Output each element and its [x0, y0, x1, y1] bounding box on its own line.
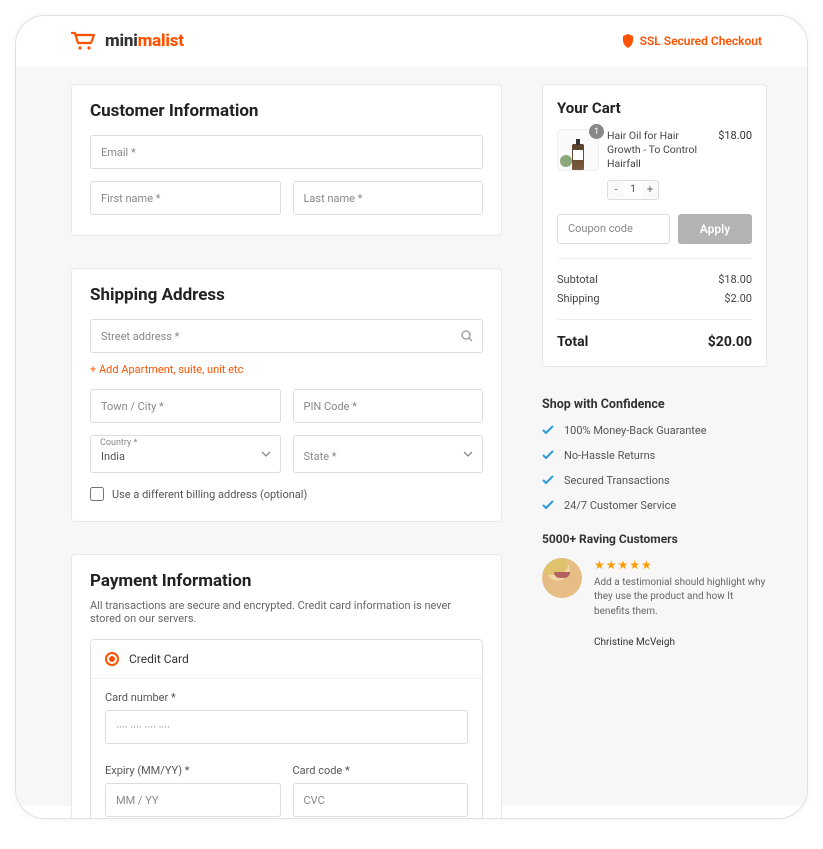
cvc-field[interactable]	[293, 783, 469, 817]
card-number-label: Card number *	[105, 691, 468, 704]
shield-icon	[622, 34, 634, 48]
customer-heading: Customer Information	[90, 101, 483, 121]
ssl-badge: SSL Secured Checkout	[622, 34, 762, 48]
cart-item-name: Hair Oil for Hair Growth - To Control Ha…	[607, 129, 710, 172]
check-icon	[542, 425, 554, 435]
shipping-heading: Shipping Address	[90, 285, 483, 305]
check-icon	[542, 500, 554, 510]
add-apartment-link[interactable]: + Add Apartment, suite, unit etc	[90, 363, 243, 376]
confidence-heading: Shop with Confidence	[542, 397, 767, 412]
diff-billing-row[interactable]: Use a different billing address (optiona…	[90, 487, 483, 501]
payment-heading: Payment Information	[90, 571, 483, 591]
star-rating: ★★★★★	[594, 558, 767, 572]
quantity-stepper: - 1 +	[607, 180, 659, 200]
cart-item-price: $18.00	[718, 129, 752, 142]
subtotal-row: Subtotal$18.00	[557, 273, 752, 286]
apply-coupon-button[interactable]: Apply	[678, 214, 752, 244]
top-bar: minimalist SSL Secured Checkout	[16, 16, 807, 66]
qty-increase-button[interactable]: +	[642, 181, 658, 199]
avatar	[542, 558, 582, 598]
coupon-field[interactable]	[557, 214, 670, 244]
feature-item: No-Hassle Returns	[542, 449, 767, 462]
city-field[interactable]	[90, 389, 281, 423]
check-icon	[542, 450, 554, 460]
shipping-card: Shipping Address + Add Apartment, suite,…	[71, 268, 502, 522]
expiry-label: Expiry (MM/YY) *	[105, 764, 281, 777]
cart-card: Your Cart 1 Hair Oil for Hair Growth - T…	[542, 84, 767, 367]
feature-item: Secured Transactions	[542, 474, 767, 487]
confidence-section: Shop with Confidence 100% Money-Back Gua…	[542, 397, 767, 512]
qty-badge: 1	[589, 124, 604, 139]
qty-value: 1	[624, 181, 642, 199]
total-row: Total$20.00	[557, 334, 752, 350]
ssl-text: SSL Secured Checkout	[640, 34, 762, 48]
brand-p1: mini	[105, 31, 138, 51]
diff-billing-label: Use a different billing address (optiona…	[112, 488, 307, 501]
payment-sub: All transactions are secure and encrypte…	[90, 599, 483, 625]
expiry-field[interactable]	[105, 783, 281, 817]
card-number-field[interactable]	[105, 710, 468, 744]
feature-item: 100% Money-Back Guarantee	[542, 424, 767, 437]
reviews-section: 5000+ Raving Customers ★★★★★ Add a testi…	[542, 532, 767, 649]
cart-item: 1 Hair Oil for Hair Growth - To Control …	[557, 129, 752, 200]
cc-label: Credit Card	[129, 652, 189, 666]
street-address-field[interactable]	[90, 319, 483, 353]
first-name-field[interactable]	[90, 181, 281, 215]
diff-billing-checkbox[interactable]	[90, 487, 104, 501]
credit-card-option[interactable]: Credit Card	[91, 640, 482, 678]
qty-decrease-button[interactable]: -	[608, 181, 624, 199]
check-icon	[542, 475, 554, 485]
cc-radio[interactable]	[105, 652, 119, 666]
cart-icon	[71, 31, 97, 51]
review-text: Add a testimonial should highlight why t…	[594, 576, 767, 620]
last-name-field[interactable]	[293, 181, 484, 215]
pin-code-field[interactable]	[293, 389, 484, 423]
feature-item: 24/7 Customer Service	[542, 499, 767, 512]
shipping-row: Shipping$2.00	[557, 292, 752, 305]
cart-heading: Your Cart	[557, 99, 752, 117]
cvc-label: Card code *	[293, 764, 469, 777]
search-icon	[461, 330, 473, 342]
brand-p2: malist	[138, 31, 184, 51]
brand-logo[interactable]: minimalist	[71, 31, 184, 51]
payment-card: Payment Information All transactions are…	[71, 554, 502, 819]
customer-info-card: Customer Information	[71, 84, 502, 236]
reviewer-name: Christine McVeigh	[594, 637, 767, 648]
state-select[interactable]: State *	[293, 435, 484, 473]
product-thumbnail: 1	[557, 129, 599, 171]
country-label: Country *	[100, 438, 137, 448]
reviews-heading: 5000+ Raving Customers	[542, 532, 767, 546]
email-field[interactable]	[90, 135, 483, 169]
